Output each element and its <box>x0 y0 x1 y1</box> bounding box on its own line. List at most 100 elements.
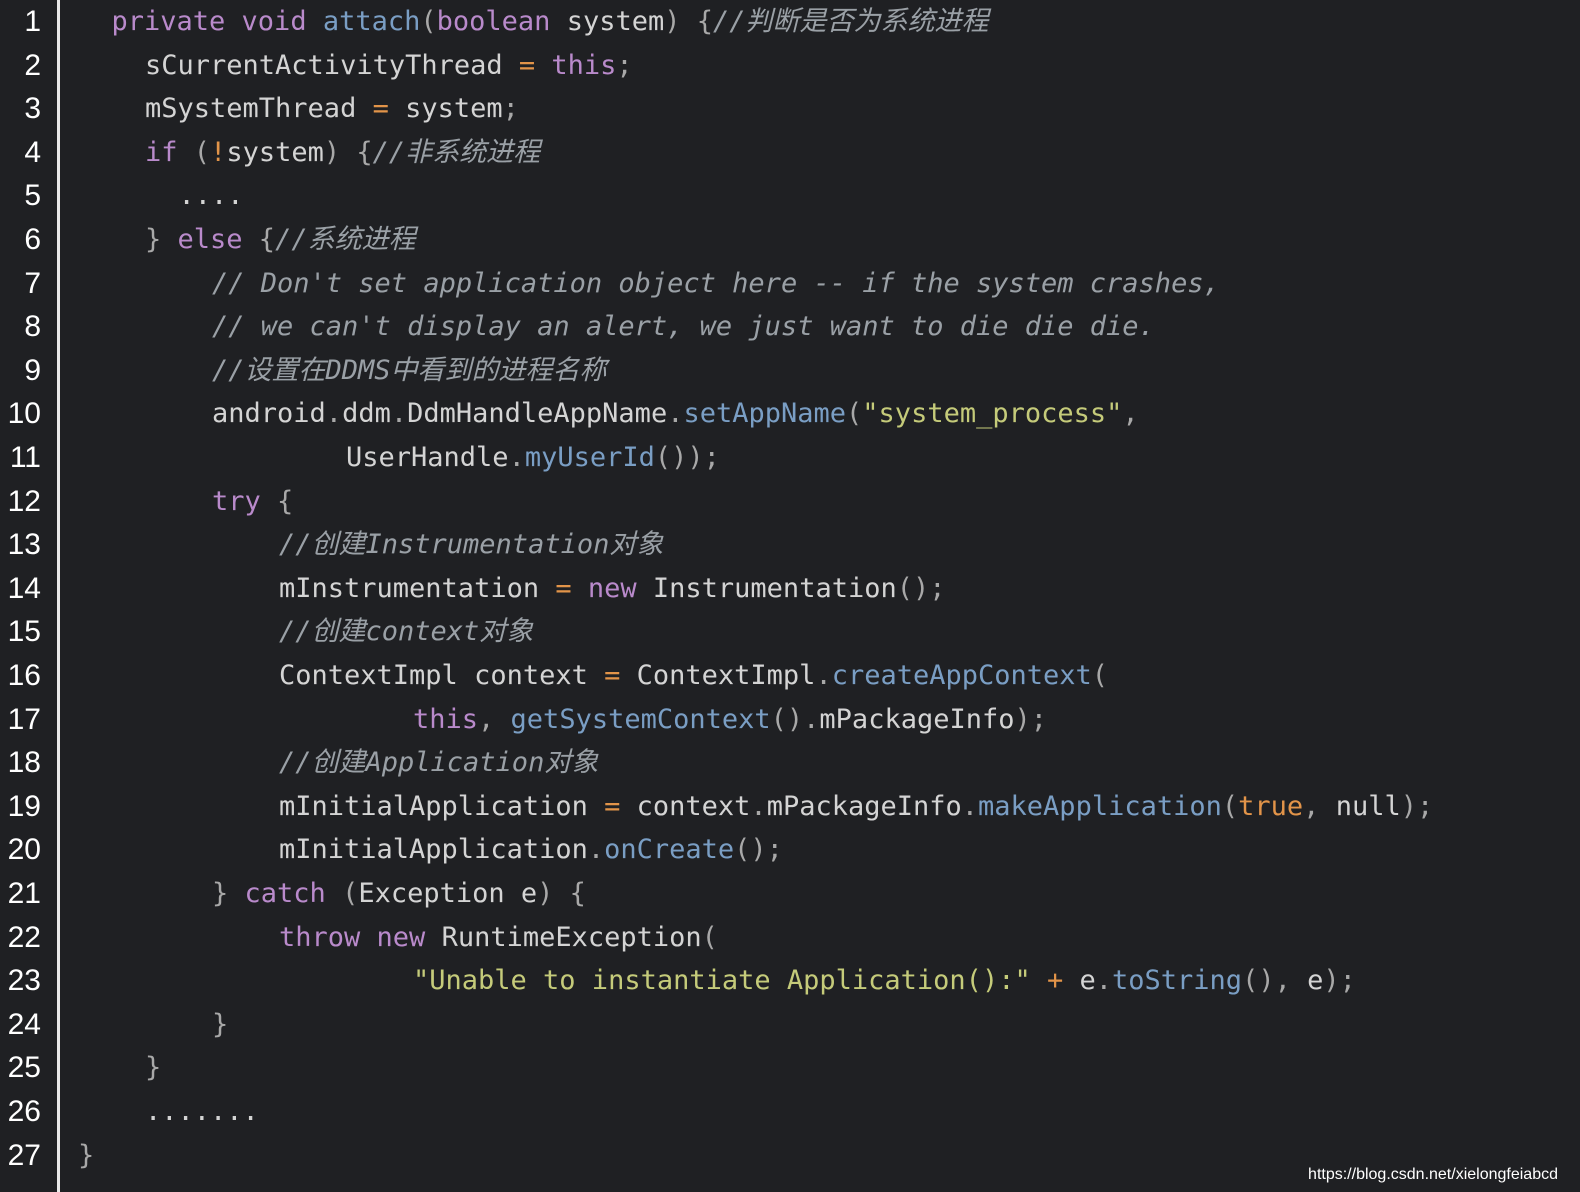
code-token: . <box>587 834 605 866</box>
code-token: } <box>145 1052 162 1084</box>
code-token: (). <box>770 703 820 735</box>
code-token: { <box>277 485 294 517</box>
code-token: sCurrentActivityThread <box>145 49 519 81</box>
code-token: DdmHandleAppName <box>407 398 668 430</box>
line-number: 5 <box>24 179 41 213</box>
code-token: + <box>1046 965 1080 997</box>
code-token: (); <box>896 572 946 604</box>
code-token: context <box>636 790 751 822</box>
code-line: // we can't display an alert, we just wa… <box>212 305 1155 349</box>
code-line: //创建context对象 <box>279 610 533 654</box>
code-token: ) { <box>664 6 714 37</box>
code-line: mInitialApplication.onCreate(); <box>279 828 783 872</box>
code-token: else <box>177 224 259 255</box>
code-token: createAppContext <box>831 660 1092 691</box>
code-token: ); <box>1323 965 1356 997</box>
code-token: "system_process" <box>862 398 1123 430</box>
code-token: ( <box>846 398 863 430</box>
code-line: //创建Instrumentation对象 <box>279 523 663 567</box>
code-token: ( <box>701 921 718 953</box>
code-token: // Don't set application object here -- … <box>212 267 1220 299</box>
line-number: 3 <box>24 92 41 126</box>
code-token: = <box>518 49 552 81</box>
code-token: //创建Instrumentation对象 <box>279 529 664 561</box>
code-line: mSystemThread = system; <box>145 87 519 131</box>
code-token: . <box>750 790 767 822</box>
code-token: } <box>212 878 245 909</box>
code-token: ContextImpl context <box>279 660 605 691</box>
code-line: mInitialApplication = context.mPackageIn… <box>279 785 1433 829</box>
line-number: 11 <box>9 441 41 474</box>
code-line: } <box>212 1003 228 1047</box>
code-token: , <box>1122 398 1139 430</box>
code-token: Exception e <box>358 878 538 909</box>
code-token: attach <box>322 6 421 37</box>
line-number: 26 <box>7 1095 41 1128</box>
line-number: 22 <box>7 920 41 954</box>
line-number: 21 <box>7 877 41 910</box>
code-token: . <box>325 398 343 430</box>
code-token: private <box>111 6 242 37</box>
line-number: 9 <box>24 353 41 387</box>
code-token: "Unable to instantiate Application():" <box>413 965 1047 997</box>
code-token: makeApplication <box>978 790 1222 822</box>
code-token: try <box>212 485 278 517</box>
code-token: catch <box>244 878 343 909</box>
code-token: null <box>1335 790 1401 822</box>
code-token: } <box>145 224 178 255</box>
code-token: mPackageInfo <box>819 703 1015 735</box>
code-token: . <box>815 660 832 691</box>
code-token: mPackageInfo <box>766 790 962 822</box>
code-area: private void attach(boolean system) {//判… <box>78 0 1580 1171</box>
line-number: 18 <box>7 746 41 780</box>
code-line: //创建Application对象 <box>279 741 598 785</box>
code-token: system <box>566 6 665 37</box>
code-line: if (!system) {//非系统进程 <box>145 131 540 175</box>
code-token: onCreate <box>604 834 735 866</box>
line-number: 19 <box>7 789 41 823</box>
code-token: mInitialApplication <box>279 790 605 822</box>
code-token: (), <box>1242 965 1308 997</box>
code-token: this <box>413 703 479 735</box>
code-line: // Don't set application object here -- … <box>212 262 1220 306</box>
code-token: void <box>241 6 323 37</box>
code-token: ( <box>420 6 437 37</box>
code-token: ; <box>616 49 633 81</box>
code-token: ()); <box>654 442 720 473</box>
code-token: //创建context对象 <box>279 616 534 648</box>
code-line: this, getSystemContext().mPackageInfo); <box>413 698 1047 742</box>
code-token: ! <box>210 136 227 168</box>
code-line: sCurrentActivityThread = this; <box>145 44 633 88</box>
code-token: ); <box>1400 790 1434 822</box>
code-editor: 1 2 3 4 5 6 7 8 9 10 11 12 13 14 15 16 17 18 19 20 21 22 23 24 2… <box>0 0 1580 1192</box>
code-line: private void attach(boolean system) {//判… <box>112 0 989 44</box>
code-token: boolean <box>436 6 567 37</box>
line-number: 13 <box>7 528 41 562</box>
code-token: ddm <box>342 398 391 430</box>
line-number-gutter: 1 2 3 4 5 6 7 8 9 10 11 12 13 14 15 16 17 18 19 20 21 22 23 24 2… <box>0 0 60 1192</box>
code-token: //判断是否为系统进程 <box>713 6 989 37</box>
line-number: 6 <box>24 223 41 256</box>
code-token: //系统进程 <box>275 224 416 255</box>
code-token: UserHandle <box>346 442 509 473</box>
code-token: , <box>1303 790 1336 822</box>
line-number: 16 <box>7 659 41 692</box>
code-token: e <box>1307 965 1324 997</box>
code-token: ( <box>193 136 211 168</box>
code-line: } else {//系统进程 <box>145 218 416 262</box>
code-token: myUserId <box>524 442 655 473</box>
line-number: 14 <box>7 571 41 605</box>
line-number: 27 <box>7 1138 41 1172</box>
code-token: RuntimeException <box>441 921 702 953</box>
line-number: 15 <box>7 615 41 649</box>
code-token: //设置在DDMS中看到的进程名称 <box>212 354 607 386</box>
code-token: new <box>376 921 442 953</box>
code-token: ContextImpl <box>636 660 816 691</box>
code-token: ....... <box>145 1096 259 1127</box>
code-token: system <box>226 136 324 168</box>
code-token: if <box>145 136 194 168</box>
code-token: (); <box>734 834 783 866</box>
line-number: 7 <box>24 266 41 300</box>
code-line: UserHandle.myUserId()); <box>346 436 720 480</box>
code-token: ) { <box>537 878 586 909</box>
